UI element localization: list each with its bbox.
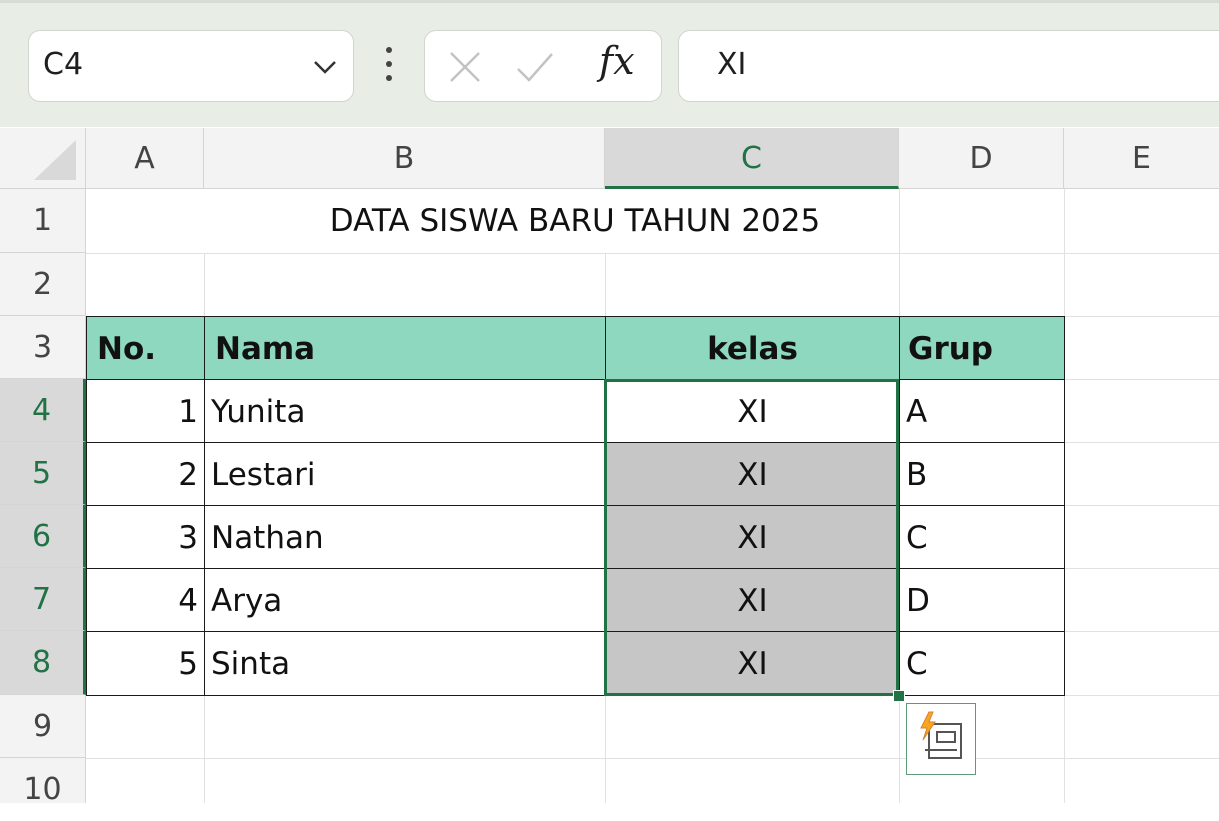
sheet-title-cell[interactable]: DATA SISWA BARU TAHUN 2025 [86, 189, 1064, 253]
cell-nama[interactable]: Nathan [204, 505, 606, 569]
column-header-d[interactable]: D [899, 128, 1064, 189]
header-cell-no[interactable]: No. [86, 316, 205, 380]
cell-kelas[interactable]: XI [605, 505, 900, 569]
cell-kelas[interactable]: XI [605, 442, 900, 506]
ribbon-edge [0, 0, 1219, 3]
cell-no[interactable]: 5 [86, 631, 205, 696]
header-cell-nama[interactable]: Nama [204, 316, 606, 380]
formula-bar-area: C4 fx XI [0, 0, 1219, 127]
x-icon[interactable] [447, 49, 483, 85]
row-header-5[interactable]: 5 [0, 442, 86, 505]
select-all-corner[interactable] [0, 128, 86, 189]
fill-handle[interactable] [893, 690, 905, 702]
gridline [86, 253, 1219, 254]
column-header-e[interactable]: E [1064, 128, 1219, 189]
column-header-c[interactable]: C [605, 128, 899, 189]
cell-kelas[interactable]: XI [605, 379, 900, 443]
formula-input[interactable]: XI [678, 30, 1219, 102]
cell-grup[interactable]: A [899, 379, 1065, 443]
name-box-value: C4 [43, 47, 84, 82]
cell-no[interactable]: 4 [86, 568, 205, 632]
column-header-b[interactable]: B [204, 128, 605, 189]
row-header-8[interactable]: 8 [0, 631, 86, 695]
row-header-7[interactable]: 7 [0, 568, 86, 631]
cell-kelas[interactable]: XI [605, 568, 900, 632]
formula-actions: fx [424, 30, 662, 102]
row-header-9[interactable]: 9 [0, 695, 86, 758]
formula-value: XI [717, 47, 747, 82]
row-header-4[interactable]: 4 [0, 379, 86, 442]
cell-nama[interactable]: Sinta [204, 631, 606, 696]
check-icon[interactable] [515, 49, 555, 85]
cell-nama[interactable]: Yunita [204, 379, 606, 443]
header-cell-grup[interactable]: Grup [899, 316, 1065, 380]
cell-nama[interactable]: Arya [204, 568, 606, 632]
cell-grup[interactable]: B [899, 442, 1065, 506]
cell-grup[interactable]: C [899, 631, 1065, 696]
row-header-1[interactable]: 1 [0, 189, 86, 253]
quick-analysis-button[interactable] [906, 703, 976, 775]
quick-analysis-icon [920, 711, 962, 759]
vertical-dots-icon[interactable] [383, 44, 395, 84]
chevron-down-icon[interactable] [311, 57, 339, 77]
cell-grup[interactable]: D [899, 568, 1065, 632]
select-all-triangle-icon [34, 140, 76, 180]
cell-kelas[interactable]: XI [605, 631, 900, 696]
cell-no[interactable]: 2 [86, 442, 205, 506]
row-header-2[interactable]: 2 [0, 253, 86, 316]
header-cell-kelas[interactable]: kelas [605, 316, 900, 380]
row-header-6[interactable]: 6 [0, 505, 86, 568]
row-header-10[interactable]: 10 [0, 758, 86, 807]
cell-no[interactable]: 1 [86, 379, 205, 443]
column-header-a[interactable]: A [86, 128, 204, 189]
insert-function-button[interactable]: fx [599, 39, 635, 83]
cell-no[interactable]: 3 [86, 505, 205, 569]
cell-grup[interactable]: C [899, 505, 1065, 569]
name-box[interactable]: C4 [28, 30, 354, 102]
cell-nama[interactable]: Lestari [204, 442, 606, 506]
gridline [86, 758, 1219, 759]
row-header-3[interactable]: 3 [0, 316, 86, 379]
